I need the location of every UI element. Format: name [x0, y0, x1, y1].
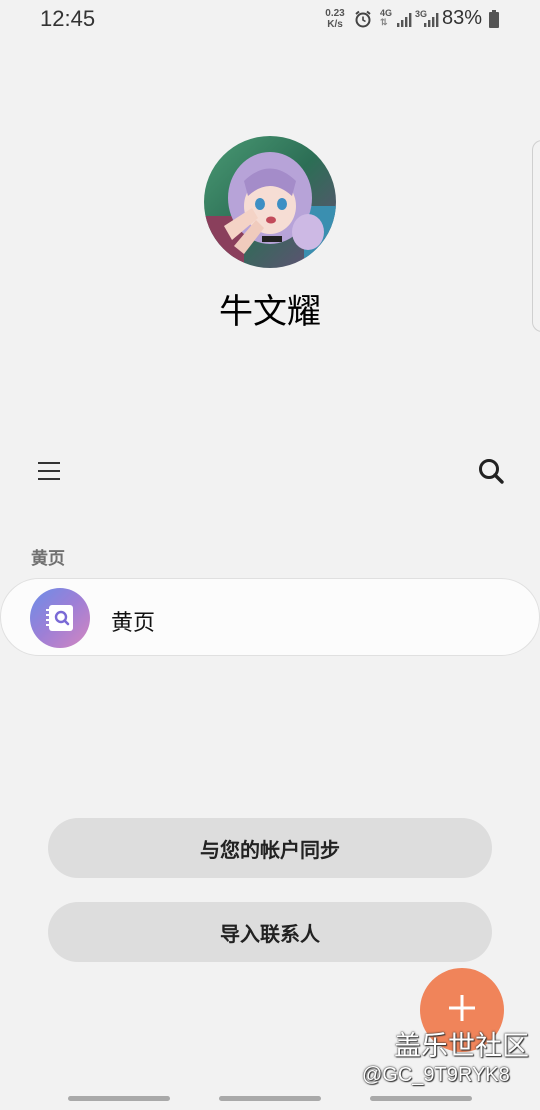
- network-speed-value: 0.23: [325, 8, 345, 19]
- search-button[interactable]: [474, 456, 508, 490]
- menu-icon: [37, 460, 61, 486]
- battery-icon: [488, 10, 500, 32]
- signal-icon: [396, 10, 414, 32]
- list-item-label: 黄页: [111, 611, 156, 636]
- nav-recents-button[interactable]: [68, 1096, 170, 1101]
- network-4g-indicator: 4G ⇅: [380, 9, 392, 27]
- signal-icon-2: [423, 10, 441, 32]
- plus-icon: [447, 993, 477, 1027]
- profile-name: 牛文耀: [219, 292, 321, 332]
- status-time: 12:45: [40, 6, 96, 31]
- watermark-title: 盖乐世社区: [394, 1031, 529, 1062]
- network-speed: 0.23 K/s: [322, 8, 348, 30]
- watermark-handle: @GC_9T9RYK8: [362, 1064, 510, 1086]
- nav-back-button[interactable]: [370, 1096, 472, 1101]
- status-bar: 12:45 0.23 K/s 4G ⇅ 3G 83%: [0, 0, 540, 40]
- sync-account-button[interactable]: 与您的帐户同步: [48, 818, 492, 878]
- battery-percent: 83%: [442, 7, 483, 29]
- section-header: 黄页: [31, 549, 65, 569]
- search-icon: [477, 457, 505, 489]
- import-contacts-button[interactable]: 导入联系人: [48, 902, 492, 962]
- data-arrows-icon: ⇅: [380, 17, 388, 27]
- yellow-pages-icon: [30, 588, 90, 648]
- network-speed-unit: K/s: [327, 19, 343, 30]
- profile-avatar[interactable]: [204, 136, 336, 268]
- menu-button[interactable]: [32, 456, 66, 490]
- list-item-yellow-pages[interactable]: 黄页: [0, 578, 540, 656]
- alarm-icon: [353, 9, 373, 33]
- nav-home-button[interactable]: [219, 1096, 321, 1101]
